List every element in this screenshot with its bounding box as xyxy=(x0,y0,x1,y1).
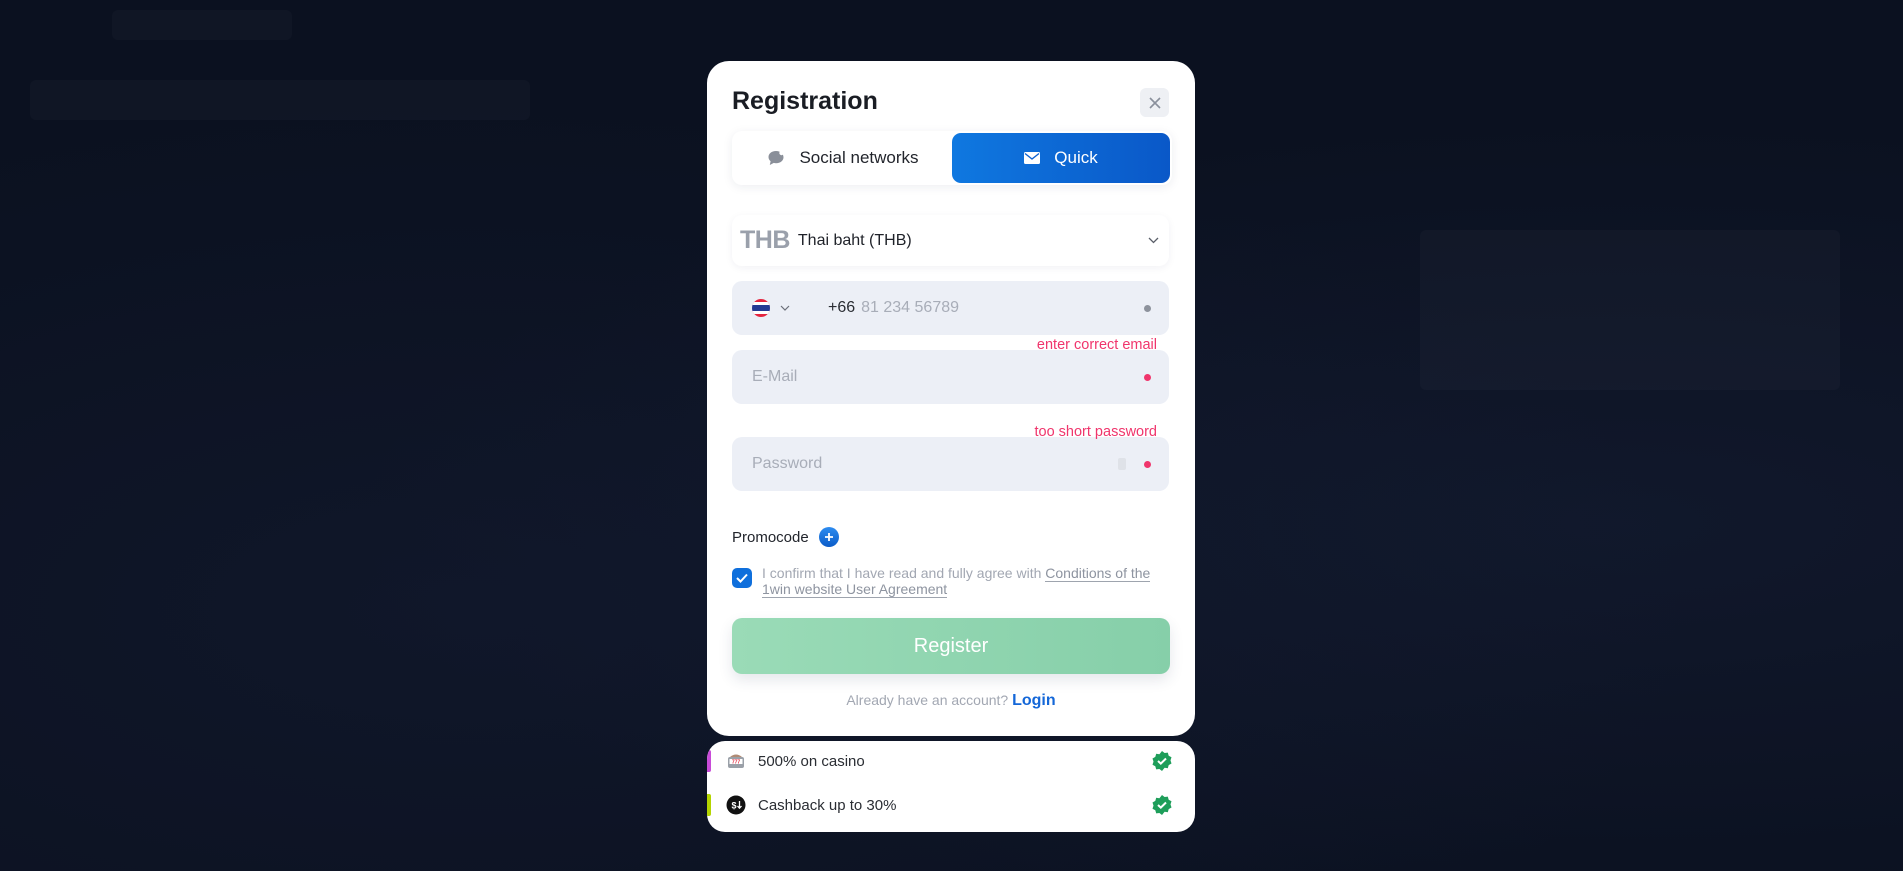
svg-text:$: $ xyxy=(731,801,736,811)
email-input[interactable] xyxy=(752,368,1144,386)
phone-status-dot xyxy=(1144,304,1151,312)
register-button[interactable]: Register xyxy=(732,618,1170,674)
slot-machine-icon: 777 xyxy=(728,754,744,768)
svg-text:777: 777 xyxy=(732,759,741,765)
bonus-panel: 777 500% on casino $ Cashback up to 30% xyxy=(707,741,1195,832)
phone-input[interactable] xyxy=(861,299,1144,317)
checkmark-icon xyxy=(736,573,748,583)
phone-field: +66 xyxy=(732,281,1169,335)
password-field xyxy=(732,437,1169,491)
promocode-label: Promocode xyxy=(732,528,809,546)
currency-name: Thai baht (THB) xyxy=(797,231,912,249)
country-select[interactable] xyxy=(752,299,790,317)
phone-dial-code: +66 xyxy=(828,299,856,316)
chevron-down-icon xyxy=(1148,237,1159,244)
tab-quick[interactable]: Quick xyxy=(952,133,1170,183)
tab-quick-label: Quick xyxy=(1054,148,1098,167)
agreement-checkbox[interactable] xyxy=(732,568,752,588)
bonus-item: $ Cashback up to 30% xyxy=(707,785,1195,825)
blurred-card xyxy=(1420,230,1840,390)
thailand-flag-icon xyxy=(752,299,770,317)
login-prompt: Already have an account? xyxy=(846,692,1009,708)
blurred-banner xyxy=(30,80,530,120)
bonus-label: Cashback up to 30% xyxy=(758,796,897,814)
agreement-row: I confirm that I have read and fully agr… xyxy=(732,565,1162,598)
bonus-accent-bar xyxy=(707,750,711,772)
currency-code: THB xyxy=(740,226,790,254)
verified-check-icon xyxy=(1152,751,1172,771)
add-promocode-button[interactable] xyxy=(818,527,839,547)
envelope-icon xyxy=(1024,152,1041,164)
password-input[interactable] xyxy=(752,455,1116,473)
currency-select[interactable]: THB Thai baht (THB) xyxy=(732,215,1169,266)
email-field xyxy=(732,350,1169,404)
login-prompt-row: Already have an account? Login xyxy=(707,692,1195,710)
password-error-text: too short password xyxy=(1034,424,1157,440)
email-error-dot xyxy=(1144,373,1151,381)
registration-modal: Registration Social networks Quick THB T… xyxy=(707,61,1195,736)
bonus-item: 777 500% on casino xyxy=(707,741,1195,781)
cashback-icon: $ xyxy=(726,795,746,815)
registration-tabs: Social networks Quick xyxy=(732,131,1172,185)
plus-icon xyxy=(824,533,833,541)
bonus-label: 500% on casino xyxy=(758,752,865,770)
agreement-text: I confirm that I have read and fully agr… xyxy=(762,565,1162,598)
chevron-down-icon xyxy=(780,305,790,311)
password-error-dot xyxy=(1144,460,1151,468)
blurred-logo xyxy=(112,10,292,40)
chat-bubble-icon xyxy=(768,150,785,165)
tab-social-networks[interactable]: Social networks xyxy=(734,133,952,183)
promocode-row: Promocode xyxy=(732,527,839,547)
agreement-text-prefix: I confirm that I have read and fully agr… xyxy=(762,565,1046,581)
tab-social-networks-label: Social networks xyxy=(799,148,919,167)
modal-title: Registration xyxy=(732,87,878,115)
email-error-text: enter correct email xyxy=(1036,337,1157,353)
bonus-accent-bar xyxy=(707,794,711,816)
login-link[interactable]: Login xyxy=(1012,692,1056,709)
verified-check-icon xyxy=(1152,795,1172,815)
close-button[interactable] xyxy=(1140,88,1169,117)
close-icon xyxy=(1148,96,1161,109)
eye-icon[interactable] xyxy=(1116,457,1128,471)
